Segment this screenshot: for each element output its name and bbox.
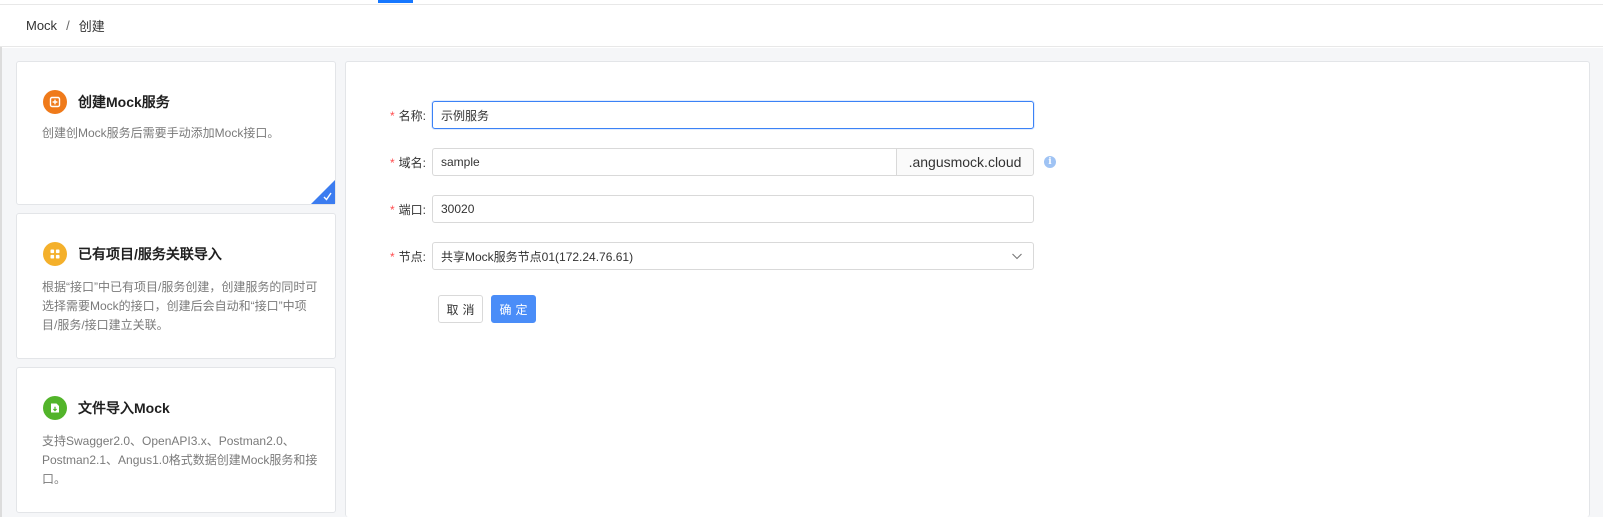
node-label: * 节点: — [389, 249, 426, 264]
confirm-button[interactable]: 确定 — [491, 295, 536, 323]
form-row-domain: *域名: .angusmock.cloud i — [380, 148, 1056, 176]
domain-label: * 域名: — [389, 155, 426, 170]
plus-square-icon — [43, 90, 67, 114]
card-description: 支持Swagger2.0、OpenAPI3.x、Postman2.0、Postm… — [42, 434, 318, 486]
domain-input-group: .angusmock.cloud — [432, 148, 1034, 176]
name-label: * 名称: — [389, 108, 426, 123]
form-row-node: * 节点: 共享Mock服务节点01(172.24.76.61) — [380, 242, 1034, 270]
breadcrumb-root[interactable]: Mock — [26, 18, 57, 33]
active-tab-indicator — [378, 0, 413, 3]
domain-input[interactable] — [432, 148, 896, 176]
card-title: 文件导入Mock — [43, 396, 170, 420]
form-row-name: * 名称: — [380, 101, 1034, 129]
breadcrumb-current: 创建 — [78, 19, 105, 34]
form-panel — [345, 61, 1590, 517]
grid-icon — [43, 242, 67, 266]
cancel-button[interactable]: 取消 — [438, 295, 483, 323]
breadcrumb-separator: / — [66, 18, 70, 33]
port-label: * 端口: — [389, 202, 426, 217]
node-select-value: 共享Mock服务节点01(172.24.76.61) — [441, 249, 634, 264]
card-description: 创建创Mock服务后需要手动添加Mock接口。 — [42, 126, 280, 140]
create-type-card-mock-service[interactable]: 创建Mock服务 创建创Mock服务后需要手动添加Mock接口。 — [16, 61, 336, 205]
selected-check-icon — [311, 180, 335, 204]
create-type-card-project-import[interactable]: 已有项目/服务关联导入 根据“接口”中已有项目/服务创建，创建服务的同时可选择需… — [16, 213, 336, 359]
card-title: 创建Mock服务 — [43, 90, 170, 114]
create-type-card-file-import[interactable]: 文件导入Mock 支持Swagger2.0、OpenAPI3.x、Postman… — [16, 367, 336, 513]
page: Mock / 创建 创建Mock服务 创建创Mock服务后需要手动添加Mock接… — [0, 0, 1603, 517]
card-title: 已有项目/服务关联导入 — [43, 242, 222, 266]
node-select[interactable]: 共享Mock服务节点01(172.24.76.61) — [432, 242, 1034, 270]
domain-suffix: .angusmock.cloud — [896, 148, 1034, 176]
name-input[interactable] — [432, 101, 1034, 129]
file-import-icon — [43, 396, 67, 420]
breadcrumb: Mock / 创建 — [0, 5, 1603, 47]
info-icon[interactable]: i — [1044, 156, 1056, 168]
port-input[interactable] — [432, 195, 1034, 223]
chevron-down-icon — [1012, 253, 1022, 260]
card-description: 根据“接口”中已有项目/服务创建，创建服务的同时可选择需要Mock的接口，创建后… — [42, 280, 318, 332]
form-row-port: * 端口: — [380, 195, 1034, 223]
